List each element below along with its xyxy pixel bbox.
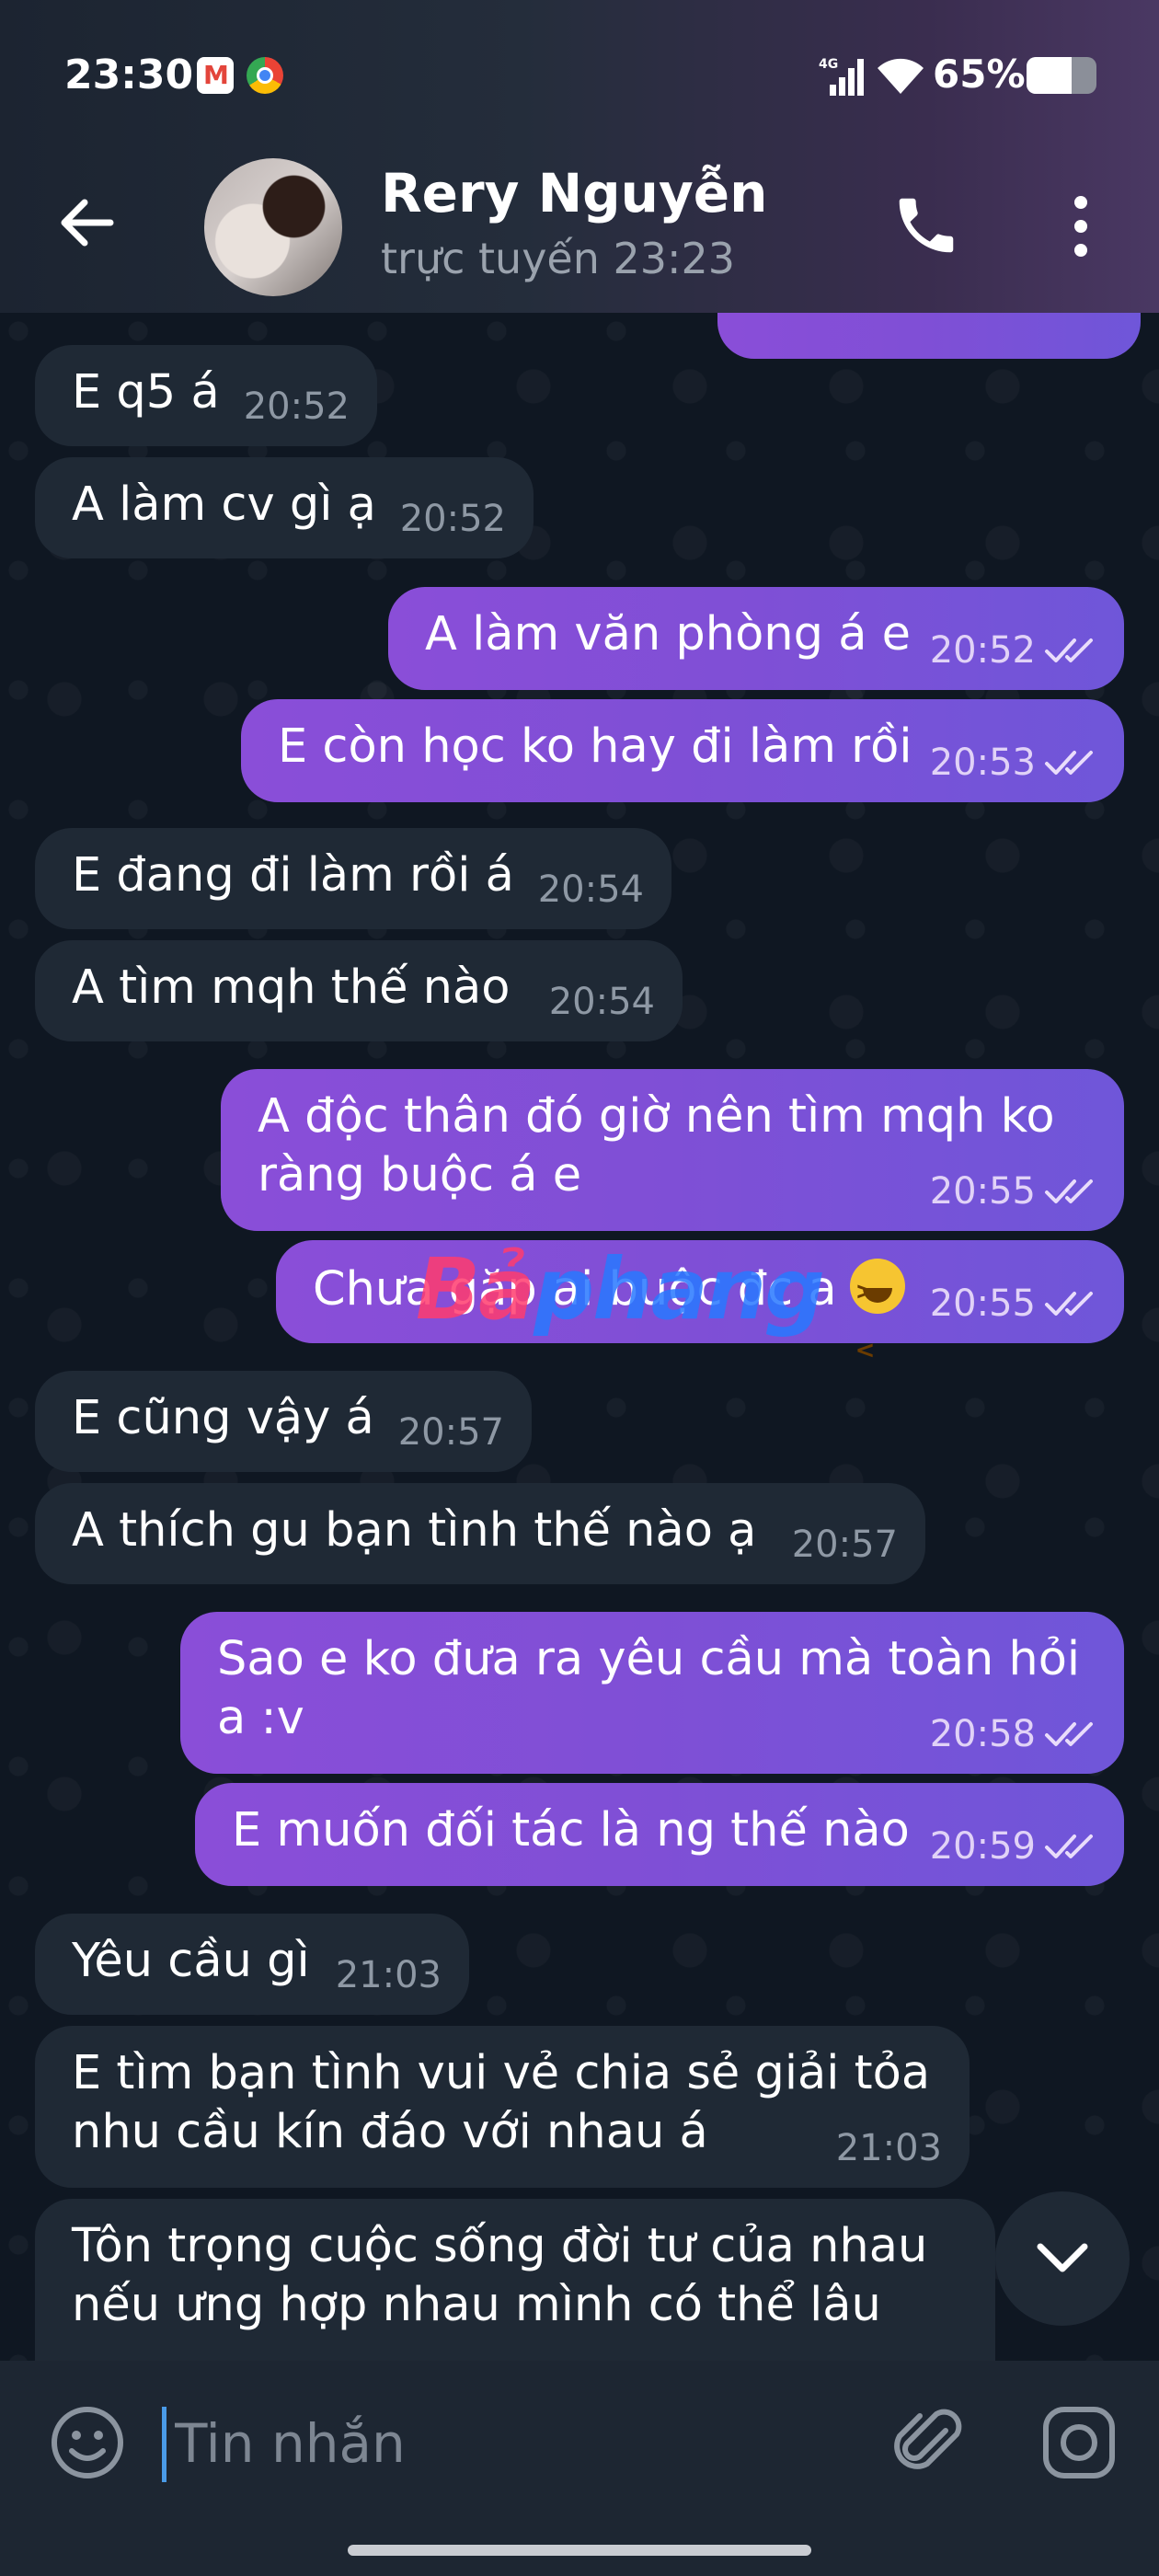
outgoing-message[interactable]: A độc thân đó giờ nên tìm mqh ko ràng bu…: [221, 1069, 1124, 1231]
message-meta: 20:52: [400, 498, 506, 540]
message-meta: 20:54: [549, 981, 655, 1023]
message-time: 21:03: [835, 2127, 942, 2169]
battery-percent: 65%: [933, 52, 1026, 97]
message-text: Tôn trọng cuộc sống đời tư của nhau nếu …: [72, 2219, 943, 2332]
outgoing-message[interactable]: E muốn đối tác là ng thế nào 20:59: [195, 1783, 1124, 1886]
message-time: 20:52: [243, 385, 350, 428]
incoming-message[interactable]: E cũng vậy á 20:57: [35, 1371, 532, 1472]
contact-status: trực tuyến 23:23: [381, 234, 736, 283]
outgoing-message[interactable]: A làm văn phòng á e 20:52: [388, 587, 1124, 690]
message-input[interactable]: [175, 2399, 855, 2488]
telegram-chat-screen: 23:30 4G 65% Rery Nguyễn trực tuyến 23:2: [0, 0, 1159, 2576]
message-meta: 20:53: [930, 742, 1100, 784]
gmail-icon: [197, 57, 234, 94]
message-time: 20:54: [537, 868, 644, 911]
scroll-down-button[interactable]: [995, 2191, 1130, 2326]
message-composer: [0, 2361, 1159, 2576]
emoji-icon[interactable]: [50, 2405, 125, 2480]
message-meta: 20:55: [930, 1282, 1100, 1325]
outgoing-message[interactable]: Chưa gặp ai buộc đc a20:55: [276, 1240, 1124, 1380]
message-time: 21:03: [335, 1954, 442, 1996]
message-meta: 20:58: [930, 1713, 1100, 1755]
message-time: 20:55: [929, 1170, 1036, 1213]
text-caret: [162, 2407, 166, 2482]
read-ticks-icon: [1045, 1722, 1093, 1746]
status-bar: 23:30 4G 65%: [0, 0, 1159, 156]
read-ticks-icon: [1045, 751, 1093, 775]
message-meta: 20:59: [930, 1825, 1100, 1868]
message-time: 20:53: [929, 742, 1036, 784]
outgoing-message[interactable]: Sao e ko đưa ra yêu cầu mà toàn hỏi a :v…: [180, 1612, 1124, 1774]
message-time: 20:55: [929, 1282, 1036, 1325]
outgoing-message[interactable]: E còn học ko hay đi làm rồi 20:53: [241, 699, 1124, 802]
read-ticks-icon: [1045, 1292, 1093, 1316]
message-meta: 20:52: [930, 629, 1100, 672]
phone-icon[interactable]: [890, 190, 962, 261]
message-time: 20:52: [929, 629, 1036, 672]
message-time: 20:54: [548, 981, 655, 1023]
more-vertical-icon[interactable]: [1058, 193, 1104, 259]
chat-header: 23:30 4G 65% Rery Nguyễn trực tuyến 23:2: [0, 0, 1159, 313]
network-type: 4G: [819, 57, 838, 72]
message-meta: 21:03: [336, 1954, 442, 1996]
message-meta: 20:57: [398, 1411, 504, 1454]
message-meta: 20:54: [538, 868, 644, 911]
incoming-message[interactable]: E đang đi làm rồi á 20:54: [35, 828, 671, 929]
message-time: 20:58: [929, 1713, 1036, 1755]
incoming-message[interactable]: Yêu cầu gì 21:03: [35, 1914, 469, 2015]
back-arrow-icon[interactable]: [55, 191, 118, 254]
message-text: A thích gu bạn tình thế nào ạ: [72, 1503, 757, 1558]
incoming-message[interactable]: A thích gu bạn tình thế nào ạ 20:57: [35, 1483, 925, 1584]
incoming-message[interactable]: A làm cv gì ạ 20:52: [35, 457, 534, 558]
attach-icon[interactable]: [892, 2403, 968, 2482]
message-time: 20:52: [399, 498, 506, 540]
message-time: 20:57: [397, 1411, 504, 1454]
message-list[interactable]: E q5 á 20:52 A làm cv gì ạ 20:52 A làm văn p…: [0, 313, 1159, 2361]
incoming-message[interactable]: E q5 á 20:52: [35, 345, 377, 446]
home-indicator[interactable]: [348, 2545, 811, 2556]
message-meta: 20:55: [930, 1170, 1100, 1213]
incoming-message[interactable]: Tôn trọng cuộc sống đời tư của nhau nếu …: [35, 2199, 995, 2361]
message-time: 20:57: [791, 1524, 898, 1566]
contact-avatar[interactable]: [204, 158, 342, 296]
incoming-message[interactable]: E tìm bạn tình vui vẻ chia sẻ giải tỏa n…: [35, 2026, 970, 2188]
chevron-down-icon: [1037, 2243, 1088, 2272]
laughing-emoji-icon: [849, 1259, 905, 1380]
message-time: 20:59: [929, 1825, 1036, 1868]
message-meta: 20:57: [792, 1524, 898, 1566]
battery-icon: [1027, 57, 1096, 94]
read-ticks-icon: [1045, 1179, 1093, 1203]
wifi-icon: [878, 58, 924, 94]
message-text: E tìm bạn tình vui vẻ chia sẻ giải tỏa n…: [72, 2046, 946, 2159]
read-ticks-icon: [1045, 638, 1093, 662]
message-meta: 20:52: [244, 385, 350, 428]
message-meta: 21:03: [836, 2127, 942, 2169]
chrome-icon: [247, 57, 283, 94]
status-time: 23:30: [64, 52, 194, 98]
contact-name[interactable]: Rery Nguyễn: [381, 162, 767, 224]
signal-icon: 4G: [819, 57, 864, 96]
read-ticks-icon: [1045, 1834, 1093, 1858]
incoming-message[interactable]: A tìm mqh thế nào 20:54: [35, 940, 683, 1041]
camera-icon[interactable]: [1041, 2405, 1117, 2480]
message-bubble-partial[interactable]: [717, 313, 1141, 359]
battery-level: [1027, 57, 1073, 94]
